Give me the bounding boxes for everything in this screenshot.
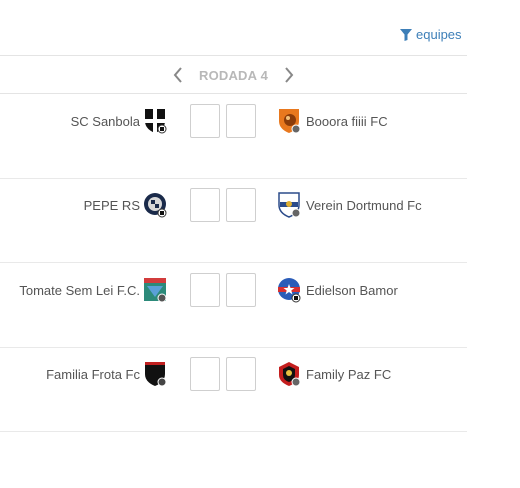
away-team-name: Family Paz FC: [306, 367, 392, 382]
home-score-input[interactable]: [190, 273, 220, 307]
away-team-name: Booora fiiii FC: [306, 114, 388, 129]
home-crest-icon: [143, 361, 167, 387]
teams-filter-link[interactable]: equipes: [400, 27, 462, 42]
home-team-name: Familia Frota Fc: [46, 367, 140, 382]
away-score-input[interactable]: [226, 104, 256, 138]
home-team-name: SC Sanbola: [70, 114, 140, 129]
home-score-input[interactable]: [190, 104, 220, 138]
away-score-input[interactable]: [226, 188, 256, 222]
divider: [0, 55, 467, 56]
previous-round-button[interactable]: [165, 62, 191, 88]
home-crest-icon: [143, 192, 167, 218]
away-score-input[interactable]: [226, 357, 256, 391]
match-row: Familia Frota Fc Family Paz FC: [0, 347, 467, 432]
away-crest-icon: [277, 361, 301, 387]
chevron-right-icon: [285, 67, 294, 83]
filter-icon: [400, 28, 412, 41]
home-team-name: Tomate Sem Lei F.C.: [19, 283, 140, 298]
match-row: SC Sanbola Booora fiiii FC: [0, 94, 467, 179]
home-team-name: PEPE RS: [83, 198, 140, 213]
home-crest-icon: [143, 277, 167, 303]
chevron-left-icon: [173, 67, 182, 83]
away-team-name: Verein Dortmund Fc: [306, 198, 422, 213]
home-score-input[interactable]: [190, 188, 220, 222]
home-crest-icon: [143, 108, 167, 134]
teams-filter-label: equipes: [416, 27, 462, 42]
away-crest-icon: [277, 108, 301, 134]
away-team-name: Edielson Bamor: [306, 283, 398, 298]
match-row: Tomate Sem Lei F.C. Edielson Bamor: [0, 263, 467, 348]
home-score-input[interactable]: [190, 357, 220, 391]
away-score-input[interactable]: [226, 273, 256, 307]
away-crest-icon: [277, 277, 301, 303]
match-row: PEPE RS Verein Dortmund Fc: [0, 178, 467, 263]
round-label: RODADA 4: [198, 67, 268, 83]
next-round-button[interactable]: [276, 62, 302, 88]
round-navigation: RODADA 4: [0, 57, 467, 93]
away-crest-icon: [277, 192, 301, 218]
